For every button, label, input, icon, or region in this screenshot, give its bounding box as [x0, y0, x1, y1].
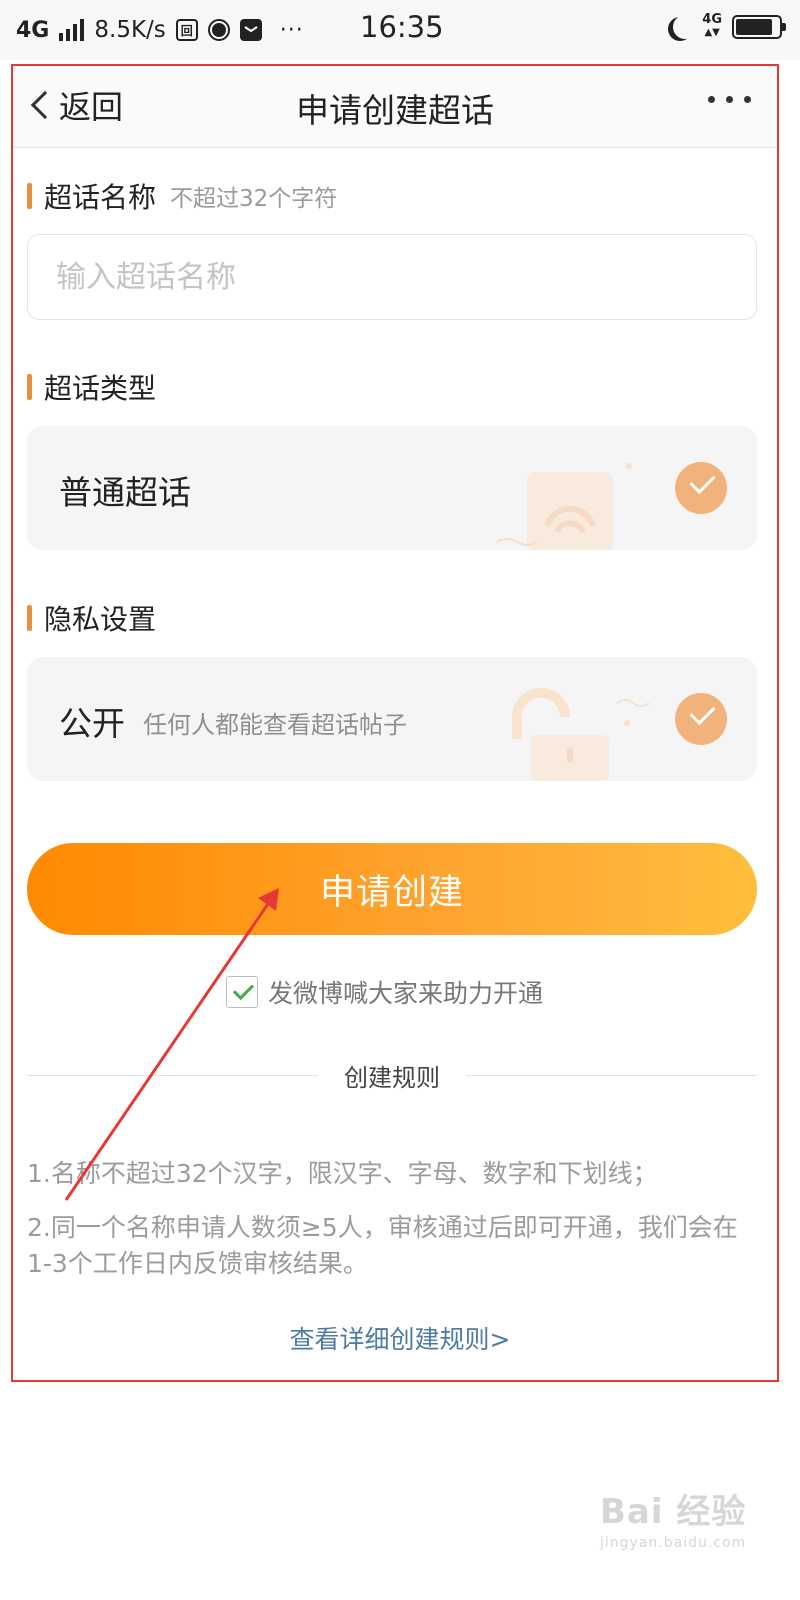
privacy-option[interactable]: 公开 任何人都能查看超话帖子 [27, 657, 757, 781]
message-app-icon [239, 19, 262, 41]
section-accent-bar [27, 183, 32, 209]
battery-level [736, 18, 772, 35]
rule-item-1: 1.名称不超过32个汉字，限汉字、字母、数字和下划线； [27, 1159, 658, 1188]
status-bar: 4G 8.5K/s 回 ··· 16:35 4G ▲▼ [0, 0, 800, 60]
topic-type-label: 普通超话 [59, 473, 191, 512]
apply-create-button[interactable]: 申请创建 [27, 843, 757, 935]
more-dots-icon[interactable] [708, 96, 751, 103]
watermark-sub: jingyan.baidu.com [600, 1535, 747, 1551]
share-weibo-option[interactable]: 发微博喊大家来助力开通 [226, 974, 543, 1010]
name-section-header: 超话名称 不超过32个字符 [27, 176, 337, 216]
topic-name-input[interactable] [27, 234, 757, 320]
type-section-header: 超话类型 [27, 367, 156, 407]
network-speed: 8.5K/s [94, 17, 166, 43]
section-accent-bar [27, 605, 32, 631]
share-checkbox[interactable] [226, 976, 258, 1008]
privacy-option-label: 公开 [59, 704, 125, 743]
check-circle-icon [675, 693, 727, 745]
status-right: 4G ▲▼ [668, 12, 786, 39]
wifi-illustration-icon [496, 463, 632, 550]
privacy-option-description: 任何人都能查看超话帖子 [143, 711, 407, 739]
status-left: 4G 8.5K/s 回 ··· [16, 17, 304, 43]
battery-icon [732, 14, 786, 39]
pinwheel-app-icon [207, 19, 230, 41]
privacy-section-header: 隐私设置 [27, 598, 156, 638]
clock: 16:35 [360, 10, 444, 44]
rule-item-2: 2.同一个名称申请人数须≥5人，审核通过后即可开通，我们会在1-3个工作日内反馈… [27, 1213, 738, 1278]
page-title: 申请创建超话 [296, 91, 494, 130]
network-type: 4G [16, 17, 50, 43]
section-accent-bar [27, 374, 32, 400]
unlock-illustration-icon [512, 688, 650, 781]
divider-line-left [27, 1074, 318, 1076]
share-option-label: 发微博喊大家来助力开通 [268, 979, 544, 1008]
divider-line-right [466, 1074, 757, 1076]
rules-title: 创建规则 [344, 1063, 440, 1092]
do-not-disturb-icon [673, 15, 697, 39]
app-notification-icon: 回 [175, 19, 198, 41]
baidu-watermark: Bai 经验 jingyan.baidu.com [600, 1484, 790, 1564]
more-notifications-icon: ··· [279, 17, 304, 43]
detailed-rules-link[interactable]: 查看详细创建规则> [0, 1320, 800, 1356]
watermark-main: Bai 经验 [600, 1492, 747, 1532]
topic-type-option[interactable]: 普通超话 [27, 426, 757, 550]
name-section-title: 超话名称 [44, 181, 157, 214]
name-section-hint: 不超过32个字符 [170, 186, 338, 212]
type-section-title: 超话类型 [44, 372, 157, 405]
rules-divider: 创建规则 [27, 1058, 757, 1092]
check-circle-icon [675, 462, 727, 514]
signal-icon [59, 19, 85, 41]
network-4g-indicator: 4G ▲▼ [702, 12, 722, 38]
nav-bar: 返回 申请创建超话 [13, 66, 777, 148]
privacy-section-title: 隐私设置 [44, 603, 157, 636]
